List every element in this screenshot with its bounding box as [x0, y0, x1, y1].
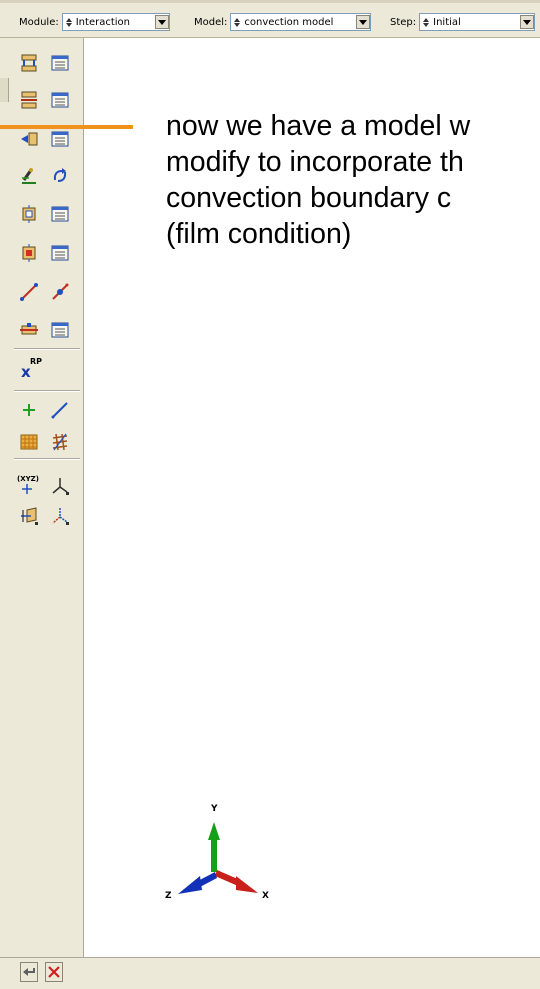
create-reference-point-icon[interactable]: RP x	[17, 356, 45, 384]
interaction-property-manager-icon[interactable]	[48, 88, 72, 112]
csys-triad-icon[interactable]	[48, 474, 72, 498]
assign-orientation-icon[interactable]	[17, 504, 41, 528]
toolbox-separator	[14, 348, 80, 350]
create-inertia-icon[interactable]	[17, 318, 41, 342]
connector-assignment-icon[interactable]	[48, 280, 72, 304]
contact-initialization-icon[interactable]	[48, 164, 72, 188]
model-spin-icon[interactable]	[232, 14, 242, 30]
inertia-manager-icon[interactable]	[48, 318, 72, 342]
model-dropdown-arrow-icon[interactable]	[356, 15, 371, 29]
context-bar-top-strip	[0, 0, 540, 3]
toolbox-separator	[14, 390, 80, 392]
annotation-line-4: (film condition)	[166, 218, 352, 250]
create-connector-section-icon[interactable]	[17, 241, 41, 265]
module-spin-icon[interactable]	[64, 14, 74, 30]
find-contact-pairs-icon[interactable]	[17, 164, 41, 188]
create-contact-control-icon[interactable]	[17, 127, 41, 151]
interaction-toolbox: RP x (XYZ)	[10, 38, 84, 957]
local-csys-icon[interactable]	[48, 504, 72, 528]
annotation-pointer-line	[0, 125, 133, 129]
cancel-button[interactable]	[45, 962, 63, 982]
annotation-line-3: convection boundary c	[166, 182, 452, 214]
close-icon	[48, 966, 60, 978]
partition-cell-icon[interactable]	[48, 430, 72, 454]
back-arrow-button[interactable]	[20, 962, 38, 982]
annotation-callout: now we have a model w modify to incorpor…	[166, 108, 540, 252]
model-combo[interactable]: convection model	[230, 13, 372, 31]
module-value: Interaction	[75, 16, 130, 28]
annotation-line-1: now we have a model w	[166, 110, 471, 142]
datum-csys-icon[interactable]: (XYZ)	[17, 474, 41, 498]
module-dropdown-arrow-icon[interactable]	[154, 15, 169, 29]
module-label: Module:	[19, 16, 59, 28]
module-selector: Module: Interaction	[19, 12, 170, 32]
context-bar: Module: Interaction Model: convection mo…	[0, 0, 540, 38]
step-combo[interactable]: Initial	[419, 13, 536, 31]
contact-control-manager-icon[interactable]	[48, 127, 72, 151]
step-dropdown-arrow-icon[interactable]	[520, 15, 535, 29]
model-value: convection model	[244, 16, 334, 28]
bottom-prompt-bar	[0, 957, 540, 989]
triad-y-label: Y	[211, 804, 218, 814]
datum-point-icon[interactable]	[17, 398, 41, 422]
constraint-manager-icon[interactable]	[48, 202, 72, 226]
step-value: Initial	[433, 16, 461, 28]
rp-glyph: x	[21, 363, 31, 381]
create-interaction-icon[interactable]	[17, 51, 41, 75]
step-spin-icon[interactable]	[421, 14, 431, 30]
back-arrow-icon	[23, 968, 35, 976]
annotation-line-2: modify to incorporate th	[166, 146, 464, 178]
model-selector: Model: convection model	[194, 12, 372, 32]
interaction-manager-icon[interactable]	[48, 51, 72, 75]
create-constraint-icon[interactable]	[17, 202, 41, 226]
create-wire-feature-icon[interactable]	[17, 280, 41, 304]
datum-plane-icon[interactable]	[17, 430, 41, 454]
step-selector: Step: Initial	[390, 12, 536, 32]
triad-x-label: X	[262, 891, 269, 901]
datum-axis-icon[interactable]	[48, 398, 72, 422]
model-label: Model:	[194, 16, 228, 28]
step-label: Step:	[390, 16, 417, 28]
connector-section-manager-icon[interactable]	[48, 241, 72, 265]
dock-handle[interactable]	[0, 78, 9, 102]
rp-superscript: RP	[30, 357, 43, 366]
create-interaction-property-icon[interactable]	[17, 88, 41, 112]
triad-z-label: Z	[165, 891, 172, 901]
toolbox-separator	[14, 458, 80, 460]
view-triad: Y X Z	[160, 800, 280, 910]
module-combo[interactable]: Interaction	[61, 13, 170, 31]
